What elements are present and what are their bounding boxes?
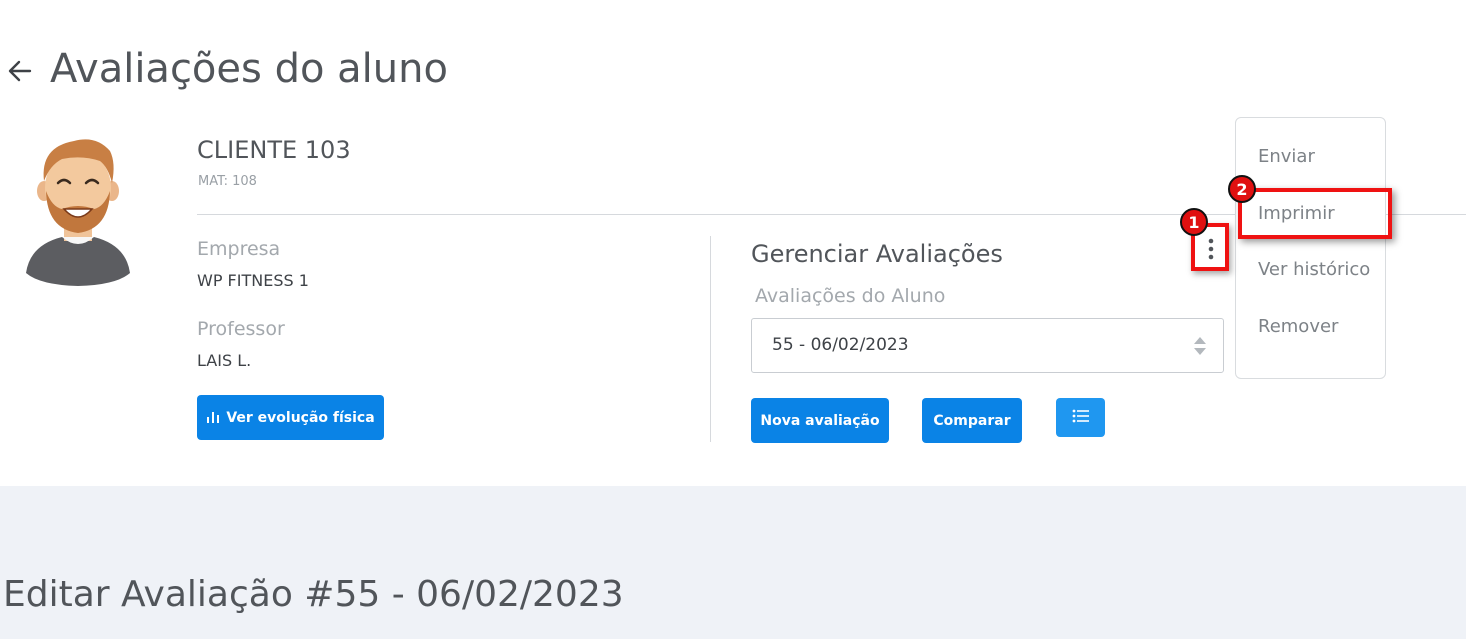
menu-item-ver-historico[interactable]: Ver histórico [1258,259,1370,280]
more-options-icon[interactable] [1199,235,1223,263]
empresa-value: WP FITNESS 1 [197,271,309,290]
select-label: Avaliações do Aluno [755,285,946,307]
select-arrows-icon [1193,334,1207,358]
step-badge-2: 2 [1228,175,1256,203]
client-mat: MAT: 108 [198,174,257,189]
page-title: Avaliações do aluno [50,46,448,92]
list-icon [1072,408,1090,427]
client-name: CLIENTE 103 [197,136,351,164]
manage-title: Gerenciar Avaliações [751,240,1003,268]
step-badge-1: 1 [1180,208,1208,236]
nova-avaliacao-button[interactable]: Nova avaliação [751,398,889,443]
select-value: 55 - 06/02/2023 [772,335,909,355]
bar-chart-icon [206,409,220,427]
edit-title: Editar Avaliação #55 - 06/02/2023 [3,574,624,615]
options-dropdown: Enviar Imprimir Ver histórico Remover [1235,117,1386,379]
list-view-button[interactable] [1056,398,1105,437]
avaliacoes-select[interactable]: 55 - 06/02/2023 [751,318,1224,373]
menu-item-enviar[interactable]: Enviar [1258,146,1315,167]
menu-item-remover[interactable]: Remover [1258,316,1338,337]
avatar [22,133,134,287]
ver-evolucao-button[interactable]: Ver evolução física [197,395,384,440]
ver-evolucao-label: Ver evolução física [226,409,375,426]
menu-item-imprimir[interactable]: Imprimir [1258,203,1335,224]
professor-value: LAIS L. [197,351,252,370]
empresa-label: Empresa [197,238,281,260]
comparar-button[interactable]: Comparar [922,398,1022,443]
vertical-divider [710,236,711,442]
professor-label: Professor [197,318,285,340]
arrow-left-icon[interactable] [6,55,34,87]
edit-panel [0,486,1466,639]
